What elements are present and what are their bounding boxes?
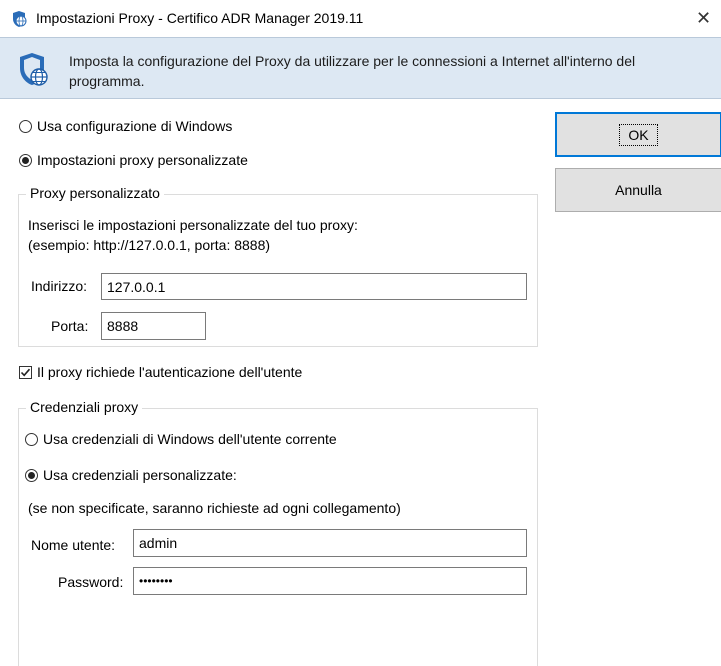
address-label: Indirizzo:	[31, 278, 88, 294]
radio-circle[interactable]	[25, 432, 38, 446]
password-input[interactable]: ••••••••	[133, 567, 527, 595]
close-button[interactable]: ✕	[686, 0, 721, 37]
radio-windows-credentials[interactable]: Usa credenziali di Windows dell'utente c…	[25, 431, 337, 447]
auth-required-checkbox[interactable]: Il proxy richiede l'autenticazione dell'…	[19, 364, 302, 380]
port-input-value: 8888	[107, 318, 139, 334]
window-title: Impostazioni Proxy - Certifico ADR Manag…	[36, 10, 364, 26]
globe-settings-icon	[13, 11, 27, 27]
checkbox-box[interactable]	[19, 365, 32, 379]
radio-circle-selected[interactable]	[25, 468, 38, 482]
address-input-value: 127.0.0.1	[107, 278, 166, 295]
password-input-value: ••••••••	[139, 574, 173, 588]
radio-windows-credentials-label: Usa credenziali di Windows dell'utente c…	[43, 431, 337, 447]
username-input-value: admin	[139, 535, 178, 551]
cancel-button-label: Annulla	[615, 182, 662, 198]
credentials-group-title: Credenziali proxy	[26, 399, 143, 415]
address-input[interactable]: 127.0.0.1	[101, 273, 527, 300]
shield-globe-icon	[20, 53, 48, 86]
custom-proxy-hint-2: (esempio: http://127.0.0.1, porta: 8888)	[28, 237, 271, 253]
custom-proxy-hint-1: Inserisci le impostazioni personalizzate…	[28, 217, 358, 233]
username-label: Nome utente:	[31, 537, 116, 553]
port-input[interactable]: 8888	[101, 312, 206, 340]
radio-use-windows-config-label: Usa configurazione di Windows	[37, 118, 233, 134]
cancel-button[interactable]: Annulla	[555, 168, 721, 212]
radio-custom-credentials-label: Usa credenziali personalizzate:	[43, 467, 237, 483]
header-banner: Imposta la configurazione del Proxy da u…	[0, 37, 721, 99]
radio-circle[interactable]	[19, 119, 32, 133]
radio-use-windows-config[interactable]: Usa configurazione di Windows	[19, 118, 232, 134]
radio-custom-proxy[interactable]: Impostazioni proxy personalizzate	[19, 152, 248, 168]
title-bar[interactable]: Impostazioni Proxy - Certifico ADR Manag…	[0, 0, 721, 37]
radio-circle-selected[interactable]	[19, 153, 32, 167]
credentials-note: (se non specificate, saranno richieste a…	[28, 500, 401, 516]
header-description: Imposta la configurazione del Proxy da u…	[69, 53, 636, 89]
custom-proxy-group-title: Proxy personalizzato	[26, 185, 164, 201]
checkmark-icon	[20, 368, 31, 376]
auth-required-label: Il proxy richiede l'autenticazione dell'…	[37, 364, 303, 380]
port-label: Porta:	[51, 318, 89, 334]
radio-custom-credentials[interactable]: Usa credenziali personalizzate:	[25, 467, 237, 483]
ok-button[interactable]: OK	[555, 112, 721, 157]
radio-custom-proxy-label: Impostazioni proxy personalizzate	[37, 152, 248, 168]
ok-button-label: OK	[619, 123, 658, 146]
password-label: Password:	[58, 574, 124, 590]
username-input[interactable]: admin	[133, 529, 527, 557]
